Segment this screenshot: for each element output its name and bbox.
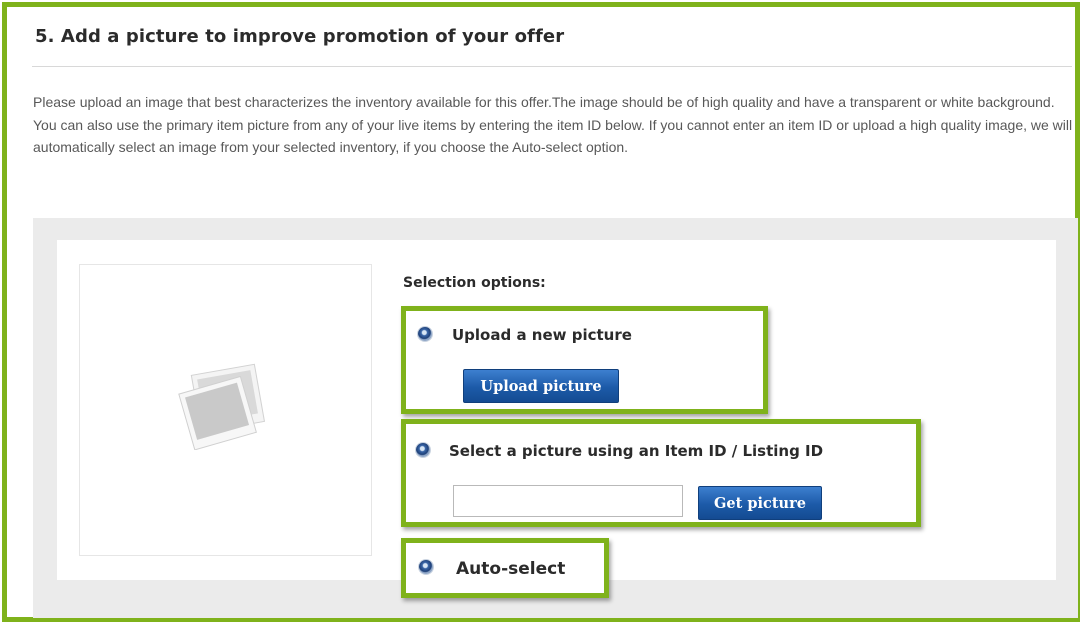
selection-options-heading: Selection options:	[403, 275, 546, 291]
section-description: Please upload an image that best charact…	[33, 94, 1073, 156]
get-picture-button[interactable]: Get picture	[698, 486, 822, 520]
photo-placeholder-icon	[178, 363, 266, 450]
radio-upload-picture[interactable]	[418, 327, 432, 341]
section-title: 5. Add a picture to improve promotion of…	[35, 26, 565, 47]
item-id-input[interactable]	[453, 485, 683, 517]
radio-auto-select[interactable]	[419, 560, 433, 574]
radio-item-id[interactable]	[416, 443, 430, 457]
upload-picture-button[interactable]: Upload picture	[463, 369, 619, 403]
title-divider	[32, 66, 1072, 67]
option-upload-label: Upload a new picture	[452, 326, 632, 344]
option-auto-select-label: Auto-select	[456, 559, 566, 579]
option-item-id-label: Select a picture using an Item ID / List…	[449, 442, 824, 460]
